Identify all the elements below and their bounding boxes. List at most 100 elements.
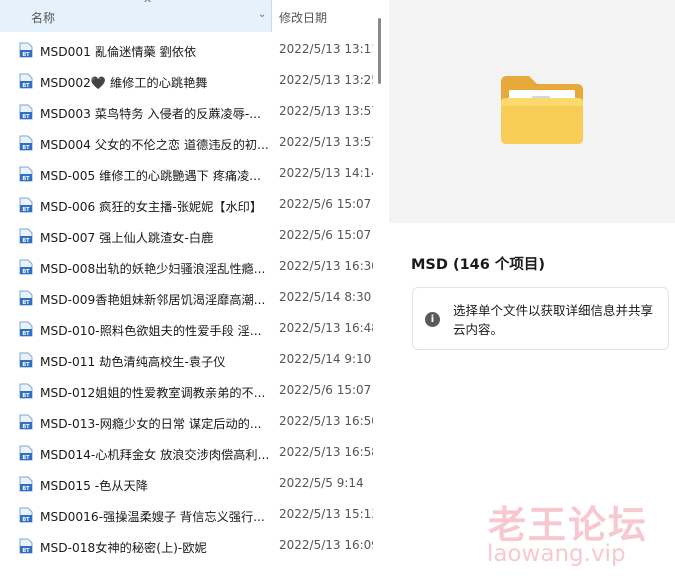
torrent-file-icon: BT [19, 414, 33, 430]
svg-text:BT: BT [22, 455, 30, 461]
file-row[interactable]: BT MSD-018女神的秘密(上)-欧妮 2022/5/13 16:09 [0, 530, 373, 561]
torrent-file-icon: BT [19, 383, 33, 399]
svg-text:BT: BT [22, 393, 30, 399]
column-header-name[interactable]: ^ 名称 ⌄ [0, 0, 272, 32]
svg-text:BT: BT [22, 238, 30, 244]
svg-text:BT: BT [22, 114, 30, 120]
file-row[interactable]: BT MSD004 父女的不伦之恋 道德违反的初... 2022/5/13 13:5… [0, 127, 373, 158]
file-name: MSD-007 强上仙人跳渣女-白鹿 [40, 231, 214, 245]
torrent-file-icon: BT [19, 259, 33, 275]
file-modified-date: 2022/5/13 13:57 [279, 104, 373, 118]
chevron-down-icon[interactable]: ⌄ [258, 9, 266, 20]
svg-text:BT: BT [22, 362, 30, 368]
torrent-file-icon: BT [19, 321, 33, 337]
file-modified-date: 2022/5/13 16:50 [279, 414, 373, 428]
file-row[interactable]: BT MSD002🖤 維修工的心跳艳舞 2022/5/13 13:25 [0, 65, 373, 96]
details-pane: MSD (146 个项目) i 选择单个文件以获取详细信息并共享云内容。 [389, 0, 675, 579]
file-modified-date: 2022/5/13 13:11 [279, 42, 373, 56]
torrent-file-icon: BT [19, 42, 33, 58]
column-header-name-label: 名称 [31, 11, 56, 25]
file-modified-date: 2022/5/13 16:58 [279, 445, 373, 459]
watermark-url: laowang.vip [487, 541, 626, 567]
file-name: MSD-011 劫色清纯高校生-袁子仪 [40, 355, 226, 369]
file-row[interactable]: BT MSD001 亂倫迷情藥 劉依依 2022/5/13 13:11 [0, 34, 373, 65]
column-header-date-label: 修改日期 [279, 11, 328, 25]
file-row[interactable]: BT MSD-012姐姐的性爱教室调教亲弟的不... 2022/5/6 15:07 [0, 375, 373, 406]
file-row[interactable]: BT MSD-005 维修工的心跳艷遇下 疼痛凌... 2022/5/13 14:1… [0, 158, 373, 189]
file-modified-date: 2022/5/6 15:07 [279, 383, 372, 397]
file-row[interactable]: BT MSD-013-网瘾少女的日常 谋定后动的... 2022/5/13 16:5… [0, 406, 373, 437]
svg-text:BT: BT [22, 424, 30, 430]
file-row[interactable]: BT MSD0016-强操温柔嫂子 背信忘义强行... 2022/5/13 15:1… [0, 499, 373, 530]
file-name: MSD004 父女的不伦之恋 道德违反的初... [40, 138, 268, 152]
file-name: MSD001 亂倫迷情藥 劉依依 [40, 45, 197, 59]
file-modified-date: 2022/5/13 16:30 [279, 259, 373, 273]
torrent-file-icon: BT [19, 352, 33, 368]
torrent-file-icon: BT [19, 104, 33, 120]
file-row[interactable]: BT MSD014-心机拜金女 放浪交涉肉偿高利... 2022/5/13 16:5… [0, 437, 373, 468]
file-modified-date: 2022/5/6 15:07 [279, 197, 372, 211]
file-row[interactable]: BT MSD003 菜鸟特务 入侵者的反蔴凌辱-... 2022/5/13 13:5… [0, 96, 373, 127]
preview-area [389, 0, 675, 223]
column-header-bar: ^ 名称 ⌄ 修改日期 [0, 0, 373, 34]
file-modified-date: 2022/5/13 16:48 [279, 321, 373, 335]
info-icon: i [425, 312, 440, 327]
file-modified-date: 2022/5/6 15:07 [279, 228, 372, 242]
file-row[interactable]: BT MSD-007 强上仙人跳渣女-白鹿 2022/5/6 15:07 [0, 220, 373, 251]
torrent-file-icon: BT [19, 290, 33, 306]
sort-ascending-icon: ^ [143, 0, 153, 10]
file-row[interactable]: BT MSD-008出轨的妖艳少妇骚浪淫乱性瘾... 2022/5/13 16:30 [0, 251, 373, 282]
torrent-file-icon: BT [19, 538, 33, 554]
info-card: i 选择单个文件以获取详细信息并共享云内容。 [412, 287, 669, 350]
svg-text:BT: BT [22, 176, 30, 182]
info-message: 选择单个文件以获取详细信息并共享云内容。 [453, 303, 654, 337]
file-name: MSD-008出轨的妖艳少妇骚浪淫乱性瘾... [40, 262, 266, 276]
torrent-file-icon: BT [19, 228, 33, 244]
file-row[interactable]: BT MSD-009香艳姐妹新邻居饥渴淫靡高潮... 2022/5/14 8:30 [0, 282, 373, 313]
torrent-file-icon: BT [19, 73, 33, 89]
folder-title: MSD (146 个项目) [411, 257, 546, 273]
file-modified-date: 2022/5/14 8:30 [279, 290, 372, 304]
vertical-scrollbar[interactable] [378, 0, 382, 579]
file-name: MSD-012姐姐的性爱教室调教亲弟的不... [40, 386, 266, 400]
file-name: MSD015 -色从天降 [40, 479, 148, 493]
file-row[interactable]: BT MSD-011 劫色清纯高校生-袁子仪 2022/5/14 9:10 [0, 344, 373, 375]
file-row[interactable]: BT MSD-006 疯狂的女主播-张妮妮【水印】 2022/5/6 15:07 [0, 189, 373, 220]
file-modified-date: 2022/5/13 13:25 [279, 73, 373, 87]
file-modified-date: 2022/5/14 9:10 [279, 352, 372, 366]
svg-text:BT: BT [22, 207, 30, 213]
torrent-file-icon: BT [19, 507, 33, 523]
svg-text:BT: BT [22, 300, 30, 306]
file-modified-date: 2022/5/13 13:57 [279, 135, 373, 149]
file-name: MSD0016-强操温柔嫂子 背信忘义强行... [40, 510, 265, 524]
svg-text:BT: BT [22, 331, 30, 337]
file-name: MSD-006 疯狂的女主播-张妮妮【水印】 [40, 200, 263, 214]
svg-text:BT: BT [22, 548, 30, 554]
torrent-file-icon: BT [19, 166, 33, 182]
scrollbar-thumb[interactable] [378, 18, 381, 84]
file-name: MSD002🖤 維修工的心跳艳舞 [40, 76, 208, 90]
file-name: MSD-010-照料色欲姐夫的性爱手段 淫... [40, 324, 262, 338]
svg-text:BT: BT [22, 83, 30, 89]
column-header-date[interactable]: 修改日期 [272, 0, 373, 32]
svg-text:BT: BT [22, 486, 30, 492]
file-name: MSD-005 维修工的心跳艷遇下 疼痛凌... [40, 169, 261, 183]
file-row[interactable]: BT MSD015 -色从天降 2022/5/5 9:14 [0, 468, 373, 499]
svg-text:BT: BT [22, 517, 30, 523]
file-modified-date: 2022/5/13 16:09 [279, 538, 373, 552]
svg-text:BT: BT [22, 52, 30, 58]
file-modified-date: 2022/5/13 14:14 [279, 166, 373, 180]
file-row[interactable]: BT MSD-010-照料色欲姐夫的性爱手段 淫... 2022/5/13 16:4… [0, 313, 373, 344]
folder-icon [501, 76, 583, 144]
file-name: MSD-018女神的秘密(上)-欧妮 [40, 541, 207, 555]
file-modified-date: 2022/5/5 9:14 [279, 476, 364, 490]
svg-text:BT: BT [22, 145, 30, 151]
file-name: MSD-009香艳姐妹新邻居饥渴淫靡高潮... [40, 293, 266, 307]
torrent-file-icon: BT [19, 445, 33, 461]
svg-text:BT: BT [22, 269, 30, 275]
torrent-file-icon: BT [19, 135, 33, 151]
torrent-file-icon: BT [19, 197, 33, 213]
file-modified-date: 2022/5/13 15:13 [279, 507, 373, 521]
file-name: MSD003 菜鸟特务 入侵者的反蔴凌辱-... [40, 107, 261, 121]
torrent-file-icon: BT [19, 476, 33, 492]
